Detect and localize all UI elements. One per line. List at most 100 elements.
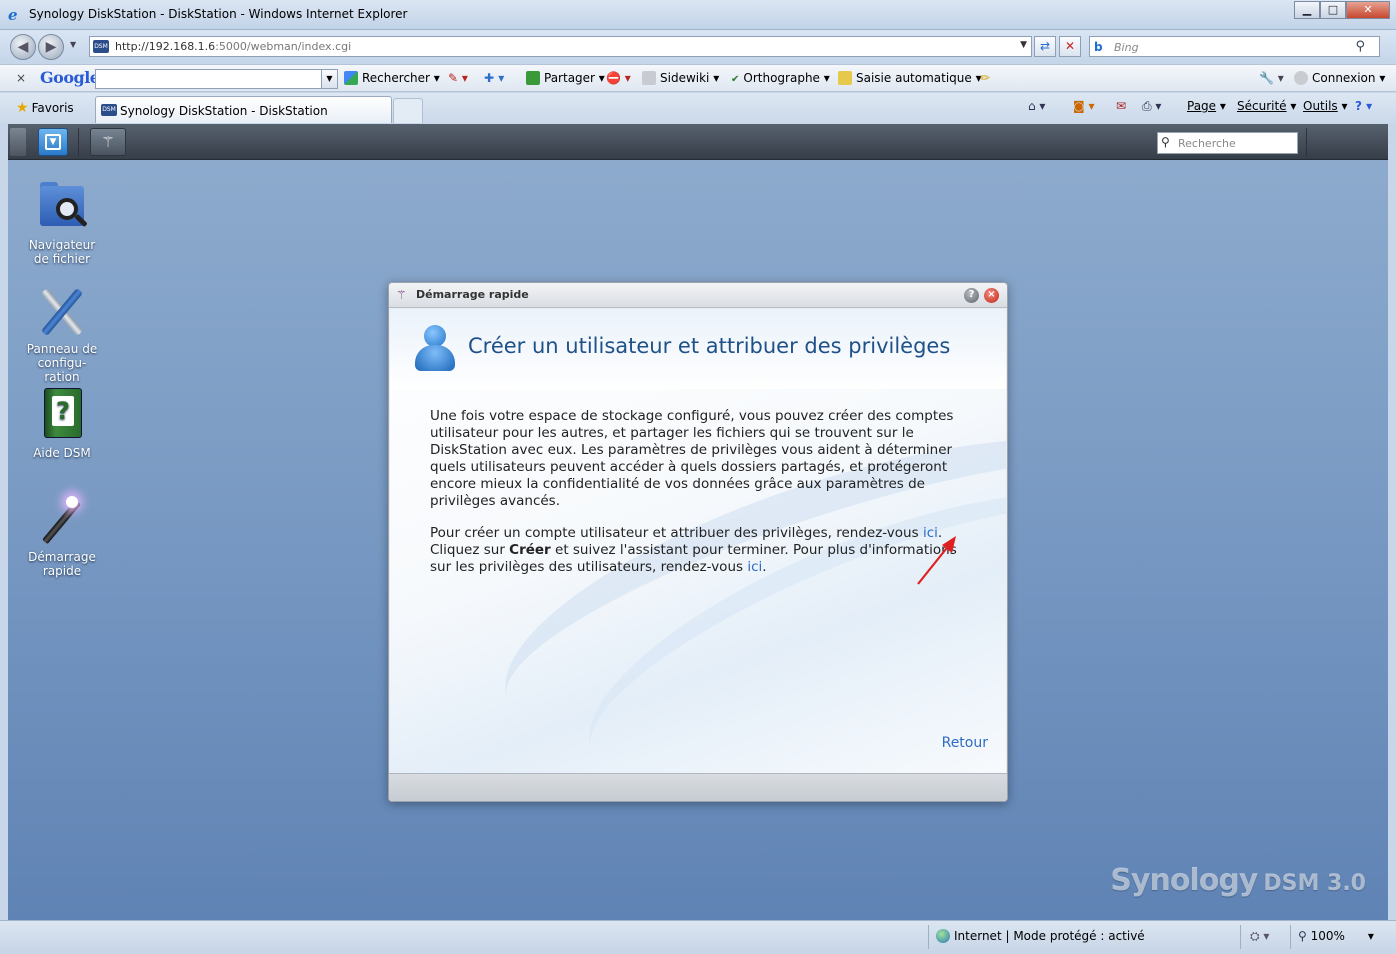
mail-icon[interactable]: ✉ — [1116, 99, 1126, 113]
taskbar-divider — [1306, 128, 1307, 156]
stop-icon: ✕ — [1064, 39, 1076, 53]
favorites-star-icon: ★ — [16, 100, 29, 116]
file-browser-icon — [36, 180, 88, 232]
zoom-icon: ⚲ — [1298, 929, 1307, 943]
dialog-title: Démarrage rapide — [416, 288, 529, 301]
synology-dsm-logo: Synology DSM 3.0 — [1110, 863, 1366, 898]
window-controls: ▁ □ ✕ — [1294, 1, 1390, 19]
print-icon[interactable]: ⎙ ▾ — [1142, 99, 1161, 114]
desktop-icon-file-browser[interactable]: Navigateur de fichier — [12, 180, 112, 266]
dsm-main-menu-button[interactable]: ▼ — [38, 128, 68, 156]
orthographe-button[interactable]: ✔ Orthographe ▾ — [731, 71, 830, 85]
dsm-desktop: ▼ ⚚ ⚲ Recherche Navigateur de fichier Pan… — [8, 124, 1388, 920]
control-panel-icon — [36, 284, 88, 337]
feeds-icon[interactable]: ◙ ▾ — [1073, 99, 1094, 113]
forward-button[interactable]: ▶ — [38, 34, 64, 60]
stop-button[interactable]: ✕ — [1059, 36, 1081, 57]
google-search-input[interactable]: ▼ — [95, 69, 338, 89]
refresh-icon: ⇄ — [1039, 39, 1051, 53]
globe-icon — [936, 929, 950, 943]
desktop-icon-dsm-help[interactable]: ? Aide DSM — [12, 388, 112, 460]
user-icon — [413, 325, 457, 373]
close-window-button[interactable]: ✕ — [1346, 1, 1390, 19]
maximize-button[interactable]: □ — [1320, 1, 1346, 19]
history-dropdown-icon[interactable]: ▼ — [70, 40, 76, 49]
bing-search-input[interactable]: b Bing ⚲ — [1089, 36, 1380, 57]
google-logo: Google — [40, 68, 100, 87]
securite-menu[interactable]: Sécurité ▾ — [1237, 99, 1296, 113]
bing-logo-icon: b — [1094, 40, 1103, 54]
highlight-icon[interactable]: ✏ — [980, 71, 990, 85]
back-button[interactable]: ◀ — [10, 34, 36, 60]
security-zone: Internet | Mode protégé : activé — [936, 929, 1145, 943]
ie-logo-icon: e — [8, 6, 18, 24]
quick-start-wand-icon — [36, 492, 88, 545]
dialog-header: ⚚ Démarrage rapide ? × — [389, 283, 1007, 308]
chevron-down-icon: ▼ — [45, 134, 61, 150]
address-url: http://192.168.1.6:5000/webman/index.cgi — [115, 40, 352, 53]
home-icon[interactable]: ⌂ ▾ — [1028, 99, 1045, 113]
privileges-info-link[interactable]: ici — [747, 559, 762, 575]
refresh-button[interactable]: ⇄ — [1034, 36, 1056, 57]
new-tab-button[interactable] — [393, 98, 423, 123]
google-search-icon — [344, 71, 358, 85]
autofill-icon — [838, 71, 852, 85]
intro-paragraph: Une fois votre espace de stockage config… — [430, 408, 954, 509]
minimize-button[interactable]: ▁ — [1294, 1, 1320, 19]
page-menu[interactable]: Page ▾ — [1187, 99, 1226, 113]
dsm-search-placeholder: Recherche — [1178, 137, 1236, 150]
quick-start-taskbar-button[interactable]: ⚚ — [90, 128, 126, 156]
search-icon[interactable]: ⚲ — [1355, 39, 1365, 54]
help-icon[interactable]: ? ▾ — [1355, 99, 1372, 113]
magic-wand-icon: ⚚ — [396, 288, 407, 302]
window-title: Synology DiskStation - DiskStation - Win… — [29, 7, 408, 21]
dialog-close-button[interactable]: × — [984, 288, 999, 303]
account-icon — [1294, 71, 1308, 85]
wrench-icon[interactable]: 🔧 ▾ — [1259, 71, 1284, 85]
magic-wand-icon: ⚚ — [101, 133, 115, 151]
instructions-paragraph: Pour créer un compte utilisateur et attr… — [430, 525, 957, 575]
protected-mode-icon[interactable]: ⛭ ▾ — [1250, 929, 1269, 944]
dsm-search-input[interactable]: ⚲ Recherche — [1157, 132, 1298, 154]
taskbar-divider — [78, 128, 79, 156]
red-arrow-annotation — [917, 536, 956, 585]
partager-button[interactable]: Partager ▾ — [526, 71, 605, 85]
dsm-favicon-icon: DSM — [101, 104, 117, 116]
popup-blocker-icon[interactable]: ⛔ ▾ — [606, 71, 631, 85]
google-toolbar: × Google ▼ Rechercher ▾ ✎ ▾ ✚ ▾ Partager… — [0, 64, 1396, 92]
spellcheck-icon: ✔ — [731, 74, 740, 85]
status-bar: Internet | Mode protégé : activé ⛭ ▾ ⚲ 1… — [0, 920, 1396, 954]
taskbar-handle — [10, 128, 26, 156]
retour-link[interactable]: Retour — [942, 735, 988, 751]
dsm-help-icon: ? — [36, 388, 88, 440]
bookmark-icon[interactable]: ✎ ▾ — [448, 71, 468, 85]
dsm-favicon-icon: DSM — [93, 40, 109, 53]
saisie-automatique-button[interactable]: Saisie automatique ▾ — [838, 71, 982, 85]
outils-menu[interactable]: Outils ▾ — [1303, 99, 1348, 113]
desktop-icon-quick-start[interactable]: Démarrage rapide — [12, 492, 112, 578]
quick-start-label: Démarrage rapide — [28, 550, 96, 578]
dsm-help-label: Aide DSM — [33, 446, 91, 460]
address-bar[interactable]: DSM http://192.168.1.6:5000/webman/index… — [89, 36, 1032, 57]
google-search-dropdown-icon[interactable]: ▼ — [321, 70, 337, 88]
add-button-icon[interactable]: ✚ ▾ — [484, 71, 504, 85]
tab-bar: ★ Favoris DSM Synology DiskStation - Disk… — [0, 93, 1396, 123]
dialog-help-button[interactable]: ? — [964, 288, 979, 303]
address-dropdown-icon[interactable]: ▼ — [1020, 40, 1027, 50]
sidewiki-button[interactable]: Sidewiki ▾ — [642, 71, 719, 85]
file-browser-label: Navigateur de fichier — [28, 238, 96, 266]
control-panel-label: Panneau de configu-ration — [26, 342, 98, 384]
tab-synology[interactable]: DSM Synology DiskStation - DiskStation — [95, 96, 392, 123]
desktop-icon-control-panel[interactable]: Panneau de configu-ration — [12, 284, 112, 384]
search-icon: ⚲ — [1161, 135, 1170, 149]
zoom-level[interactable]: ⚲ 100% ▾ — [1298, 929, 1374, 943]
rechercher-button[interactable]: Rechercher ▾ — [344, 71, 440, 85]
toolbar-close-icon[interactable]: × — [16, 71, 26, 85]
favoris-button[interactable]: ★ Favoris — [16, 100, 74, 116]
dialog-heading: Créer un utilisateur et attribuer des pr… — [468, 334, 951, 358]
tab-title: Synology DiskStation - DiskStation — [120, 104, 328, 118]
share-icon — [526, 71, 540, 85]
sidewiki-icon — [642, 71, 656, 85]
search-placeholder: Bing — [1114, 41, 1139, 54]
connexion-button[interactable]: Connexion ▾ — [1294, 71, 1385, 85]
